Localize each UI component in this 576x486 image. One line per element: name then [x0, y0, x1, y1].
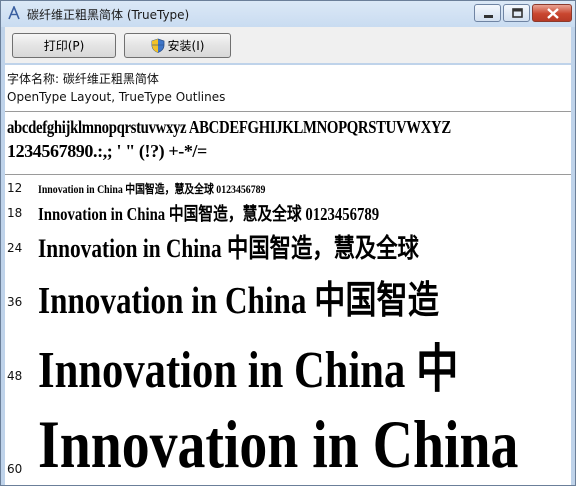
charset-digits-symbols: 1234567890.:,; ' " (!?) +-*/=	[7, 141, 207, 161]
font-icon	[8, 6, 20, 20]
install-button-label: 安装(I)	[167, 39, 205, 53]
sample-row-48: 48 Innovation in China 中	[5, 323, 571, 400]
sample-text: Innovation in China 中国智造，慧及全球 0123456789	[38, 200, 379, 226]
sample-cjk: 中国智造，慧及全球	[168, 204, 302, 225]
size-label: 36	[7, 295, 23, 309]
sample-row-36: 36 Innovation in China 中国智造	[5, 265, 571, 322]
install-button[interactable]: 安装(I)	[124, 33, 231, 58]
size-label: 18	[7, 206, 23, 220]
preview-clip-edge	[557, 175, 571, 485]
close-button[interactable]	[532, 4, 572, 22]
sample-row-12: 12 Innovation in China 中国智造，慧及全球 0123456…	[5, 177, 571, 196]
toolbar: 打印(P) 安装(I)	[5, 27, 571, 63]
font-name-info: 字体名称: 碳纤维正粗黑简体	[7, 72, 159, 86]
size-label: 24	[7, 241, 23, 255]
print-button-label: 打印(P)	[43, 39, 85, 53]
size-label: 12	[7, 181, 23, 195]
sample-latin: Innovation in China	[38, 342, 416, 399]
shield-icon	[151, 38, 164, 53]
sample-latin: Innovation in China	[38, 234, 227, 263]
sample-text: Innovation in China	[38, 405, 518, 484]
maximize-icon	[512, 8, 523, 18]
window-title: 碳纤维正粗黑简体 (TrueType)	[27, 8, 190, 22]
size-label: 60	[7, 462, 23, 476]
sample-row-24: 24 Innovation in China 中国智造，慧及全球	[5, 227, 571, 264]
sample-latin: Innovation in China	[38, 182, 126, 196]
sample-cjk: 中	[415, 340, 459, 400]
sample-text: Innovation in China 中	[38, 327, 459, 402]
sample-cjk: 中国智造，慧及全球	[125, 182, 214, 196]
divider	[5, 111, 571, 112]
sample-text: Innovation in China 中国智造，慧及全球 0123456789	[38, 180, 265, 197]
sample-digits: 0123456789	[213, 182, 266, 196]
sample-row-60: 60 Innovation in China	[5, 405, 571, 482]
sample-cjk: 中国智造，慧及全球	[226, 234, 419, 264]
size-label: 48	[7, 369, 23, 383]
sample-text: Innovation in China 中国智造，慧及全球	[38, 228, 419, 265]
sample-latin: Innovation in China	[38, 204, 169, 224]
font-preview-pane: 字体名称: 碳纤维正粗黑简体 OpenType Layout, TrueType…	[5, 65, 571, 485]
sample-latin: Innovation in China	[38, 406, 519, 482]
minimize-button[interactable]	[474, 4, 501, 22]
sample-text: Innovation in China 中国智造	[38, 269, 439, 324]
sample-row-18: 18 Innovation in China 中国智造，慧及全球 0123456…	[5, 199, 571, 225]
title-bar[interactable]: 碳纤维正粗黑简体 (TrueType)	[1, 1, 575, 27]
sample-digits: 0123456789	[301, 204, 380, 224]
close-icon	[547, 8, 559, 19]
sample-latin: Innovation in China	[38, 280, 315, 322]
print-button[interactable]: 打印(P)	[12, 33, 116, 58]
maximize-button[interactable]	[503, 4, 530, 22]
sample-cjk: 中国智造	[314, 278, 439, 322]
charset-letters: abcdefghijklmnopqrstuvwxyz ABCDEFGHIJKLM…	[7, 117, 451, 137]
font-layout-info: OpenType Layout, TrueType Outlines	[7, 90, 226, 104]
font-viewer-window: 碳纤维正粗黑简体 (TrueType) 打印(P) 安装(I) 字体名称: 碳纤…	[0, 0, 576, 486]
minimize-icon	[484, 15, 493, 18]
divider	[5, 174, 571, 175]
